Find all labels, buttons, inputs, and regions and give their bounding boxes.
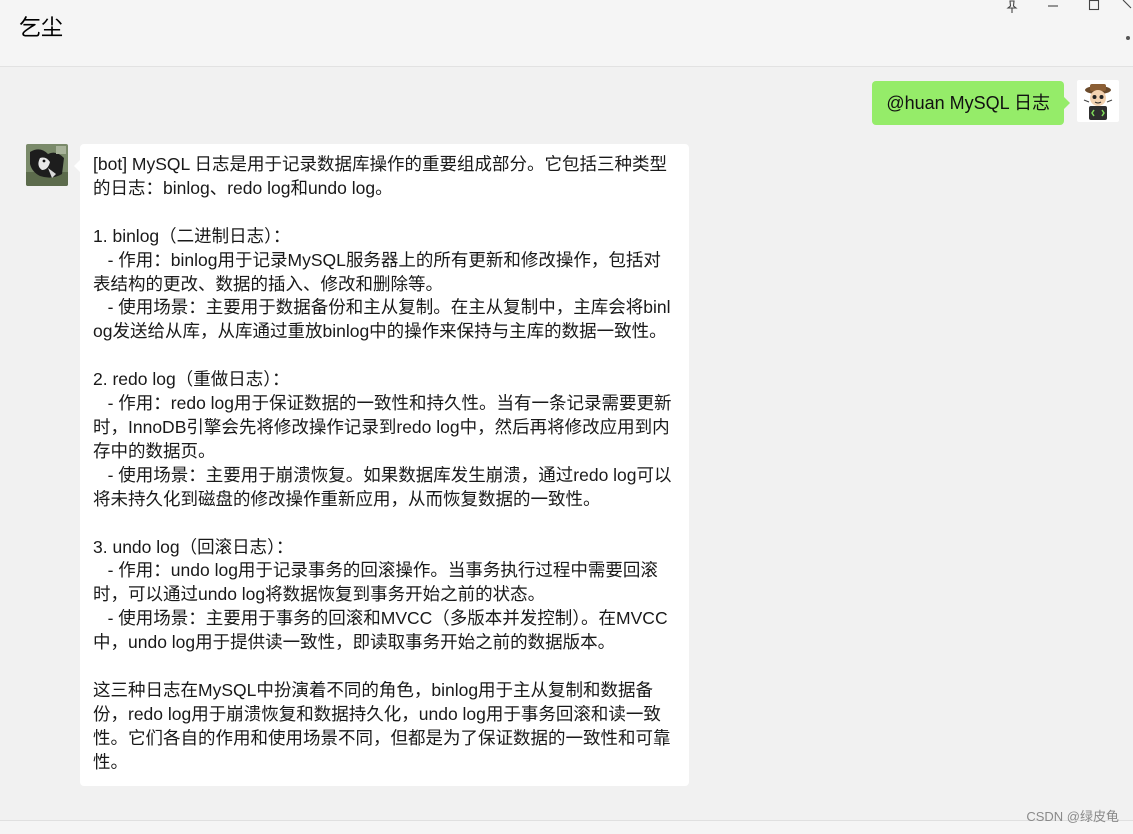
- cartoon-avatar[interactable]: [1077, 80, 1119, 122]
- incoming-message-bubble[interactable]: [bot] MySQL 日志是用于记录数据库操作的重要组成部分。它包括三种类型的…: [74, 144, 689, 786]
- chat-header: 乞尘: [0, 0, 1133, 67]
- input-area-edge[interactable]: [0, 820, 1133, 834]
- message-list: @huan MySQL 日志 [bot] MySQL 日志是用于记录数据库操作的…: [0, 68, 1133, 820]
- outgoing-message-bubble[interactable]: @huan MySQL 日志: [872, 81, 1070, 125]
- more-dots-icon[interactable]: [1126, 36, 1130, 40]
- chat-title: 乞尘: [19, 15, 64, 40]
- close-icon[interactable]: [1121, 0, 1133, 14]
- dog-photo-avatar[interactable]: [26, 144, 68, 186]
- pin-icon[interactable]: [1002, 0, 1022, 14]
- watermark: CSDN @绿皮龟: [1026, 809, 1119, 824]
- minimize-icon[interactable]: [1043, 0, 1063, 14]
- maximize-icon[interactable]: [1084, 0, 1104, 14]
